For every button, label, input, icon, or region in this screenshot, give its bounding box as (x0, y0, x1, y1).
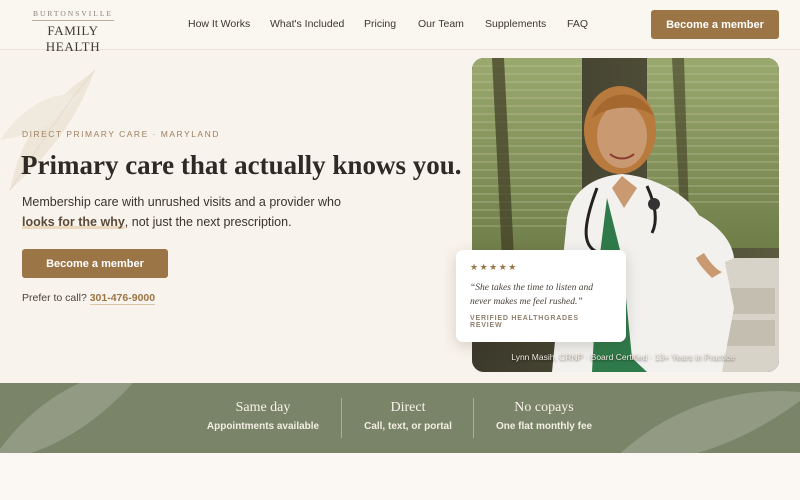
stat-title: Same day (235, 400, 291, 415)
nav-link-supplements[interactable]: Supplements (485, 18, 546, 30)
provider-caption: Lynn Masih, CRNP · Board Certified · 13+… (511, 352, 735, 362)
nav-link-how-it-works[interactable]: How It Works (188, 18, 250, 30)
stat-same-day: Same day Appointments available (200, 400, 326, 432)
nav-link-our-team[interactable]: Our Team (418, 18, 464, 30)
call-line: Prefer to call? 301-476-9000 (22, 292, 156, 305)
star-rating-icon: ★★★★★ (470, 262, 518, 272)
stat-divider (341, 398, 342, 438)
hero-subcopy-end: , not just the next prescription. (124, 215, 292, 229)
hero-subcopy-emphasis: looks for the why (22, 215, 125, 229)
stat-title: Direct (390, 400, 426, 415)
stat-no-copays: No copays One flat monthly fee (488, 400, 600, 432)
hero-eyebrow: DIRECT PRIMARY CARE · MARYLAND (22, 129, 220, 139)
review-quote: “She takes the time to listen and never … (470, 283, 593, 307)
stats-band: Same day Appointments available Direct C… (0, 383, 800, 453)
review-source: VERIFIED HEALTHGRADES REVIEW (470, 315, 579, 329)
nav-link-faq[interactable]: FAQ (567, 18, 588, 30)
stat-subtitle: Call, text, or portal (364, 421, 452, 432)
hero-subcopy: Membership care with unrushed visits and… (22, 192, 362, 232)
brand-logo[interactable]: BURTONSVILLE FAMILY HEALTH (22, 9, 124, 55)
nav-become-member-button[interactable]: Become a member (651, 10, 779, 39)
stat-title: No copays (514, 400, 574, 415)
call-prefix: Prefer to call? (22, 292, 87, 304)
band-leaf-icon (0, 383, 133, 453)
review-card: ★★★★★ “She takes the time to listen and … (456, 250, 626, 342)
page-bottom-area (0, 453, 800, 500)
band-leaf-icon (620, 391, 800, 453)
phone-link[interactable]: 301-476-9000 (89, 292, 156, 305)
nav-link-pricing[interactable]: Pricing (364, 18, 396, 30)
stat-subtitle: Appointments available (206, 421, 320, 432)
stat-divider (473, 398, 474, 438)
hero-subcopy-start: Membership care with unrushed visits and… (22, 195, 341, 209)
hero-become-member-button[interactable]: Become a member (22, 249, 168, 278)
stat-subtitle: One flat monthly fee (495, 421, 593, 432)
nav-link-whats-included[interactable]: What's Included (270, 18, 344, 30)
stat-direct: Direct Call, text, or portal (356, 400, 460, 432)
top-nav: BURTONSVILLE FAMILY HEALTH How It Works … (0, 0, 800, 54)
hero-headline: Primary care that actually knows you. (21, 150, 462, 180)
